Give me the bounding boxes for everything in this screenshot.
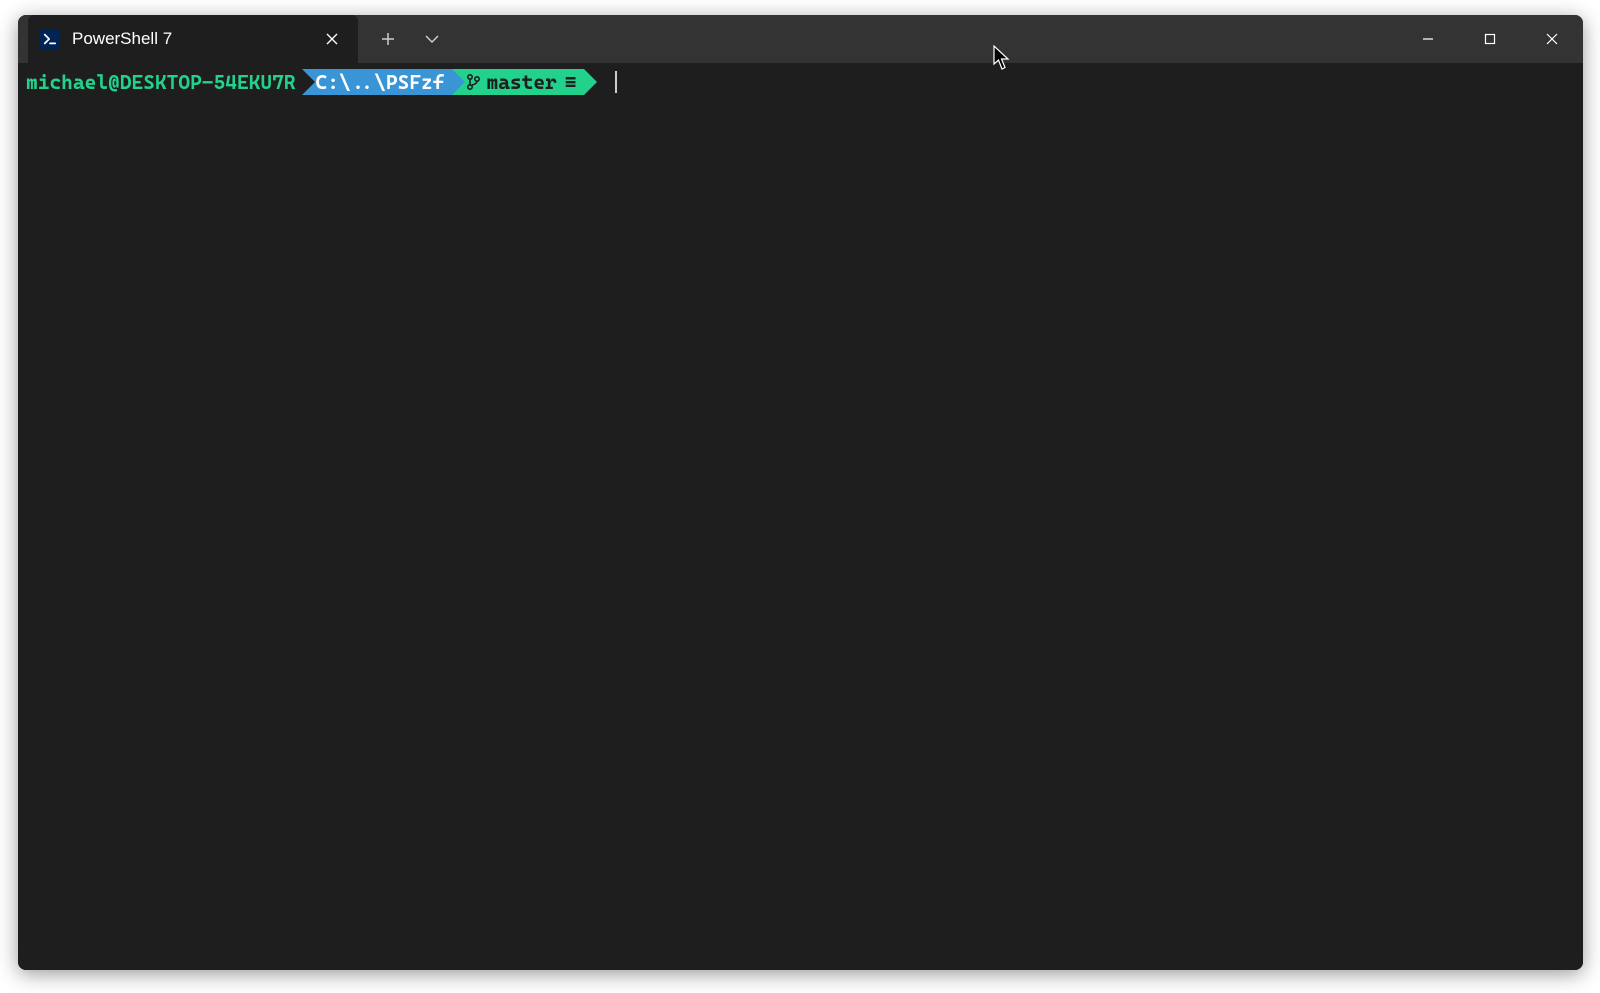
titlebar-drag-region[interactable] bbox=[454, 15, 1397, 63]
powershell-icon bbox=[40, 29, 60, 49]
minimize-button[interactable] bbox=[1397, 15, 1459, 63]
prompt-separator-icon bbox=[452, 69, 465, 95]
tab-close-button[interactable] bbox=[320, 27, 344, 51]
prompt-path: C:\..\PSFzf bbox=[302, 69, 453, 95]
close-window-button[interactable] bbox=[1521, 15, 1583, 63]
window-controls bbox=[1397, 15, 1583, 63]
git-branch-name: master bbox=[486, 69, 556, 95]
prompt-separator-icon bbox=[302, 69, 315, 95]
prompt-line: michael@DESKTOP-54EKU7R C:\..\PSFzf mast… bbox=[26, 69, 1575, 95]
terminal-content[interactable]: michael@DESKTOP-54EKU7R C:\..\PSFzf mast… bbox=[18, 63, 1583, 970]
new-tab-button[interactable] bbox=[366, 15, 410, 63]
git-status-glyph: ≡ bbox=[565, 69, 577, 95]
tab-title: PowerShell 7 bbox=[72, 29, 320, 49]
tab-powershell[interactable]: PowerShell 7 bbox=[28, 15, 358, 63]
tab-actions bbox=[358, 15, 454, 63]
terminal-window: PowerShell 7 bbox=[18, 15, 1583, 970]
maximize-button[interactable] bbox=[1459, 15, 1521, 63]
titlebar[interactable]: PowerShell 7 bbox=[18, 15, 1583, 63]
prompt-git-segment: master ≡ bbox=[452, 69, 584, 95]
prompt-user-host: michael@DESKTOP-54EKU7R bbox=[26, 69, 302, 95]
git-branch-icon bbox=[466, 73, 480, 91]
tab-dropdown-button[interactable] bbox=[410, 15, 454, 63]
prompt-separator-icon bbox=[584, 69, 597, 95]
terminal-cursor bbox=[615, 71, 617, 93]
